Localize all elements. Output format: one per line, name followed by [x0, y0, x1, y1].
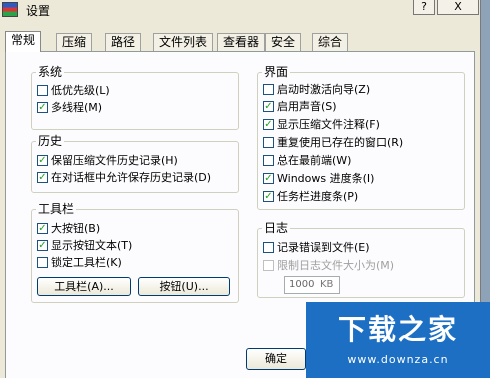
- keep-history-option[interactable]: 保留压缩文件历史记录(H): [37, 154, 178, 168]
- enable-sound-checkbox[interactable]: [263, 101, 274, 112]
- interface-group-title: 界面: [262, 65, 291, 79]
- limit-log-size-checkbox: [263, 260, 274, 271]
- show-comment-label: 显示压缩文件注释(F): [277, 118, 380, 131]
- interface-group: 界面 启动时激活向导(Z) 启用声音(S) 显示压缩文件注释(F) 重复使用已存…: [257, 65, 465, 210]
- limit-log-size-label: 限制日志文件大小为(M): [277, 259, 395, 272]
- low-priority-option[interactable]: 低优先级(L): [37, 84, 110, 98]
- tab-compression[interactable]: 压缩: [56, 33, 93, 51]
- tab-misc[interactable]: 综合: [312, 33, 349, 51]
- winrar-app-icon: [2, 2, 18, 17]
- low-priority-checkbox[interactable]: [37, 85, 48, 96]
- help-button[interactable]: ?: [413, 0, 435, 15]
- log-size-unit: KB: [320, 279, 334, 290]
- log-errors-option[interactable]: 记录错误到文件(E): [263, 241, 370, 255]
- taskbar-progress-checkbox[interactable]: [263, 191, 274, 202]
- show-button-text-label: 显示按钮文本(T): [51, 239, 133, 252]
- reuse-window-checkbox[interactable]: [263, 137, 274, 148]
- windows-progress-checkbox[interactable]: [263, 173, 274, 184]
- low-priority-label: 低优先级(L): [51, 84, 110, 97]
- enable-sound-label: 启用声音(S): [277, 100, 337, 113]
- log-errors-checkbox[interactable]: [263, 242, 274, 253]
- ok-button[interactable]: 确定: [246, 348, 306, 370]
- show-button-text-checkbox[interactable]: [37, 240, 48, 251]
- always-on-top-label: 总在最前端(W): [277, 154, 352, 167]
- always-on-top-checkbox[interactable]: [263, 155, 274, 166]
- history-group-title: 历史: [36, 134, 65, 148]
- multithread-label: 多线程(M): [51, 101, 103, 114]
- history-group: 历史 保留压缩文件历史记录(H) 在对话框中允许保存历史记录(D): [31, 134, 239, 193]
- show-comment-checkbox[interactable]: [263, 119, 274, 130]
- keep-history-checkbox[interactable]: [37, 155, 48, 166]
- dialog-history-label: 在对话框中允许保存历史记录(D): [51, 171, 212, 184]
- toolbar-group: 工具栏 大按钮(B) 显示按钮文本(T) 锁定工具栏(K) 工具栏(A)... …: [31, 202, 239, 303]
- lock-toolbar-option[interactable]: 锁定工具栏(K): [37, 256, 122, 270]
- wizard-on-start-checkbox[interactable]: [263, 84, 274, 95]
- toolbar-settings-button[interactable]: 工具栏(A)...: [37, 277, 131, 296]
- taskbar-progress-label: 任务栏进度条(P): [277, 190, 359, 203]
- windows-progress-label: Windows 进度条(I): [277, 172, 375, 185]
- tab-security[interactable]: 安全: [265, 33, 302, 51]
- wizard-on-start-option[interactable]: 启动时激活向导(Z): [263, 83, 370, 97]
- log-errors-label: 记录错误到文件(E): [277, 241, 370, 254]
- close-button[interactable]: X: [437, 0, 479, 15]
- lock-toolbar-label: 锁定工具栏(K): [51, 256, 122, 269]
- keep-history-label: 保留压缩文件历史记录(H): [51, 154, 178, 167]
- enable-sound-option[interactable]: 启用声音(S): [263, 100, 337, 114]
- reuse-window-option[interactable]: 重复使用已存在的窗口(R): [263, 136, 403, 150]
- window-title: 设置: [26, 4, 51, 18]
- tab-viewer[interactable]: 查看器: [217, 33, 266, 51]
- system-group-title: 系统: [36, 65, 65, 79]
- large-buttons-option[interactable]: 大按钮(B): [37, 222, 100, 236]
- log-group-title: 日志: [262, 221, 291, 235]
- buttons-settings-button[interactable]: 按钮(U)...: [138, 277, 230, 296]
- downza-watermark: 下载之家 www.downza.cn: [306, 302, 490, 378]
- multithread-option[interactable]: 多线程(M): [37, 101, 102, 115]
- lock-toolbar-checkbox[interactable]: [37, 257, 48, 268]
- dialog-history-checkbox[interactable]: [37, 172, 48, 183]
- tab-file-list[interactable]: 文件列表: [153, 33, 214, 51]
- large-buttons-checkbox[interactable]: [37, 223, 48, 234]
- watermark-title: 下载之家: [337, 313, 458, 346]
- title-bar: 设置 ? X: [0, 0, 480, 19]
- always-on-top-option[interactable]: 总在最前端(W): [263, 154, 351, 168]
- dialog-history-option[interactable]: 在对话框中允许保存历史记录(D): [37, 171, 211, 185]
- limit-log-size-option: 限制日志文件大小为(M): [263, 259, 394, 273]
- show-button-text-option[interactable]: 显示按钮文本(T): [37, 239, 132, 253]
- windows-progress-option[interactable]: Windows 进度条(I): [263, 172, 374, 186]
- large-buttons-label: 大按钮(B): [51, 222, 101, 235]
- show-comment-option[interactable]: 显示压缩文件注释(F): [263, 118, 380, 132]
- tab-paths[interactable]: 路径: [105, 33, 142, 51]
- toolbar-group-title: 工具栏: [36, 202, 77, 216]
- multithread-checkbox[interactable]: [37, 102, 48, 113]
- wizard-on-start-label: 启动时激活向导(Z): [277, 83, 371, 96]
- taskbar-progress-option[interactable]: 任务栏进度条(P): [263, 190, 358, 204]
- tab-general[interactable]: 常规: [5, 31, 42, 52]
- system-group: 系统 低优先级(L) 多线程(M): [31, 65, 239, 130]
- watermark-url: www.downza.cn: [347, 353, 449, 366]
- reuse-window-label: 重复使用已存在的窗口(R): [277, 136, 404, 149]
